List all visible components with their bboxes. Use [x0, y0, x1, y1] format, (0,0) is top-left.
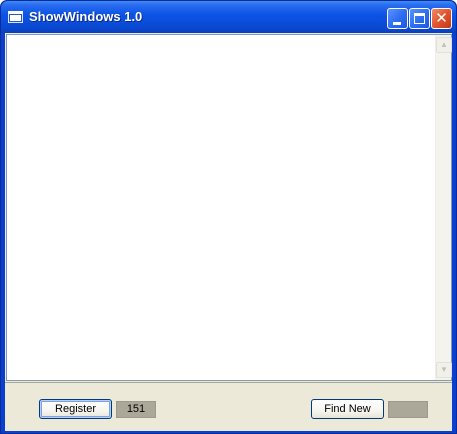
main-window: ShowWindows 1.0 ✕ ▲ ▼ Register 151 Find …	[0, 0, 457, 434]
scroll-down-button[interactable]: ▼	[436, 362, 452, 378]
vertical-scrollbar[interactable]: ▲ ▼	[435, 35, 452, 380]
title-bar[interactable]: ShowWindows 1.0 ✕	[1, 1, 456, 33]
minimize-button[interactable]	[387, 8, 408, 29]
find-new-button[interactable]: Find New	[311, 399, 384, 419]
maximize-button[interactable]	[409, 8, 430, 29]
close-icon: ✕	[435, 10, 448, 27]
scroll-up-button[interactable]: ▲	[436, 37, 452, 53]
window-title: ShowWindows 1.0	[29, 9, 143, 24]
register-count: 151	[116, 401, 156, 418]
window-app-icon[interactable]	[8, 11, 23, 23]
windows-listbox[interactable]: ▲ ▼	[6, 34, 452, 381]
register-button[interactable]: Register	[39, 399, 112, 419]
minimize-icon	[393, 22, 401, 25]
close-button[interactable]: ✕	[431, 8, 452, 29]
bottom-toolbar: Register 151 Find New	[5, 382, 452, 431]
find-new-count	[388, 401, 428, 418]
client-area: ▲ ▼ Register 151 Find New	[5, 33, 452, 431]
maximize-icon	[414, 13, 425, 24]
